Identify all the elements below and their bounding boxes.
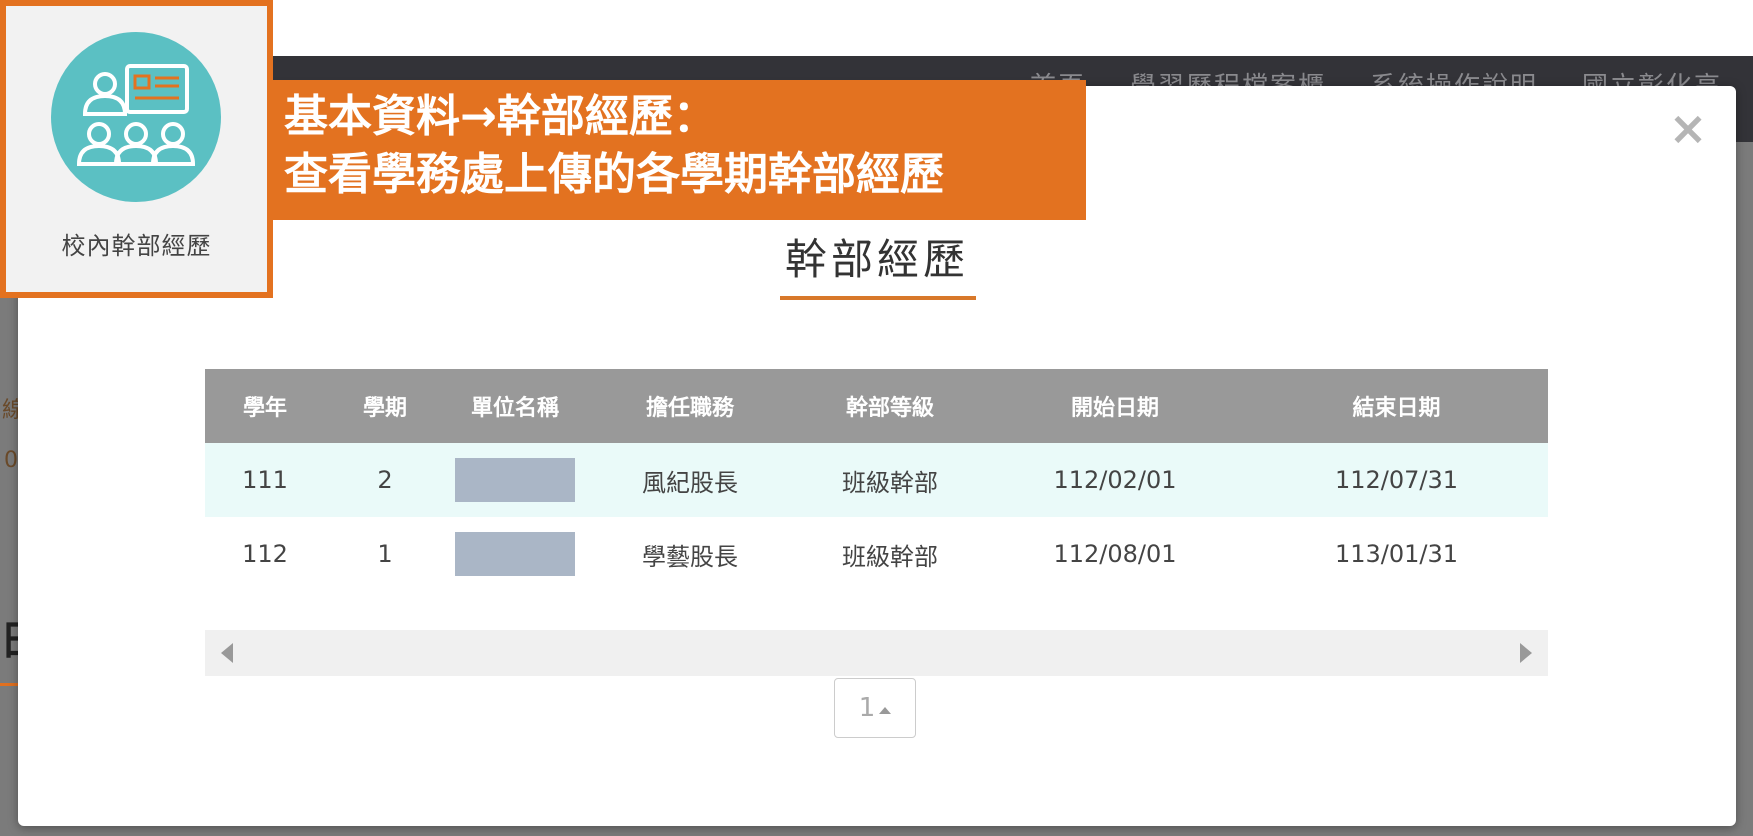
background-text-fragment: 0 [4,448,18,473]
cell-year: 111 [205,443,325,517]
column-header-year[interactable]: 學年 [205,369,325,443]
scroll-right-icon[interactable] [1520,643,1532,663]
column-header-start-date[interactable]: 開始日期 [985,369,1245,443]
cell-semester: 1 [325,517,445,591]
callout-line-2: 查看學務處上傳的各學期幹部經歷 [284,149,944,200]
title-underline [780,296,976,300]
horizontal-scrollbar[interactable] [205,630,1548,676]
cadre-table: 學年 學期 單位名稱 擔任職務 幹部等級 開始日期 結束日期 111 2 風紀股… [205,369,1548,591]
column-header-semester[interactable]: 學期 [325,369,445,443]
callout-line-1: 基本資料→幹部經歷： [284,91,717,142]
cell-level: 班級幹部 [795,517,985,591]
table-header-row: 學年 學期 單位名稱 擔任職務 幹部等級 開始日期 結束日期 [205,369,1548,443]
modal-title: 幹部經歷 [784,235,969,284]
cell-level: 班級幹部 [795,443,985,517]
caret-up-icon [879,706,892,714]
cell-start-date: 112/02/01 [985,443,1245,517]
cell-unit [445,443,585,517]
cell-year: 112 [205,517,325,591]
close-button[interactable]: × [1668,105,1708,151]
page-number: 1 [858,693,876,723]
table-row: 111 2 風紀股長 班級幹部 112/02/01 112/07/31 [205,443,1548,517]
column-header-level[interactable]: 幹部等級 [795,369,985,443]
cadre-experience-feature-card: 校內幹部經歷 [0,0,273,298]
cadre-table-container: 學年 學期 單位名稱 擔任職務 幹部等級 開始日期 結束日期 111 2 風紀股… [205,369,1548,591]
cell-end-date: 112/07/31 [1245,443,1548,517]
column-header-unit[interactable]: 單位名稱 [445,369,585,443]
people-id-card-icon [51,32,221,202]
cell-end-date: 113/01/31 [1245,517,1548,591]
column-header-end-date[interactable]: 結束日期 [1245,369,1548,443]
cell-unit [445,517,585,591]
cell-start-date: 112/08/01 [985,517,1245,591]
cell-position: 風紀股長 [585,443,795,517]
table-row: 112 1 學藝股長 班級幹部 112/08/01 113/01/31 [205,517,1548,591]
page-size-dropdown[interactable]: 1 [834,678,916,738]
scroll-left-icon[interactable] [221,643,233,663]
annotation-callout: 基本資料→幹部經歷： 查看學務處上傳的各學期幹部經歷 [268,80,1086,220]
feature-card-label: 校內幹部經歷 [61,232,212,260]
redacted-unit-name [455,532,575,576]
redacted-unit-name [455,458,575,502]
cell-semester: 2 [325,443,445,517]
cell-position: 學藝股長 [585,517,795,591]
column-header-position[interactable]: 擔任職務 [585,369,795,443]
